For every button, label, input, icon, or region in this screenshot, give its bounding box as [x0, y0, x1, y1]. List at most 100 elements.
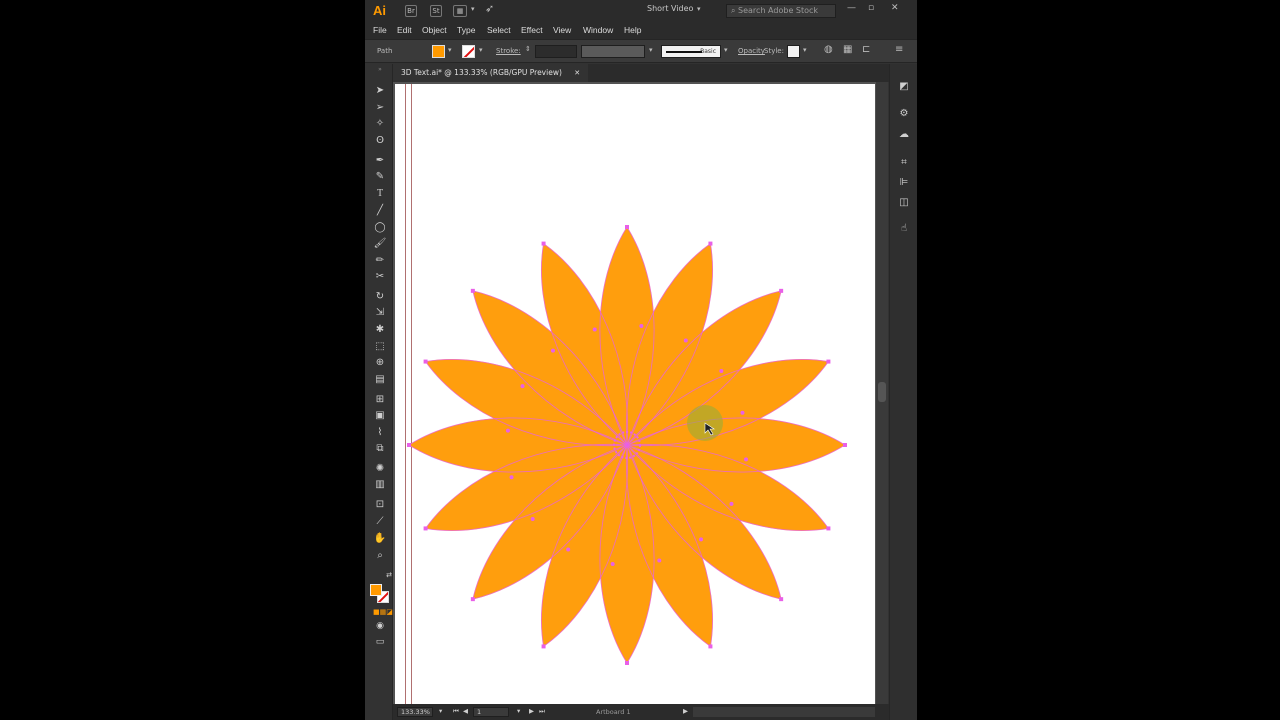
anchor-point[interactable]	[826, 359, 831, 364]
graphic-style-swatch[interactable]	[787, 45, 800, 58]
stroke-chevron-icon[interactable]: ▾	[479, 46, 483, 54]
artboard-number-field[interactable]: 1	[473, 707, 509, 717]
anchor-point[interactable]	[566, 547, 571, 552]
column-graph-tool-icon[interactable]: ▥	[373, 478, 387, 492]
anchor-point[interactable]	[625, 225, 629, 229]
anchor-point[interactable]	[843, 443, 847, 447]
last-artboard-icon[interactable]: ⏭	[539, 707, 545, 716]
anchor-point[interactable]	[699, 537, 704, 542]
anchor-point[interactable]	[541, 644, 546, 649]
anchor-point[interactable]	[729, 501, 734, 506]
puppet-warp-tool-icon[interactable]: ✱	[373, 323, 387, 337]
stroke-swatch[interactable]	[462, 45, 475, 58]
maximize-button[interactable]: ▫	[868, 3, 874, 13]
anchor-point[interactable]	[657, 558, 662, 563]
draw-mode-icon[interactable]: ◉	[373, 619, 387, 633]
mesh-tool-icon[interactable]: ⊞	[373, 393, 387, 407]
anchor-point[interactable]	[407, 443, 411, 447]
hand-tool-icon[interactable]: ✋	[373, 532, 387, 546]
bridge-icon[interactable]: Br	[405, 5, 417, 17]
stroke-variable-field[interactable]	[581, 45, 645, 58]
minimize-button[interactable]: —	[847, 3, 856, 13]
stroke-label[interactable]: Stroke:	[496, 47, 521, 55]
close-icon[interactable]: ✕	[574, 69, 580, 77]
symbol-sprayer-tool-icon[interactable]: ✺	[373, 462, 387, 476]
anchor-point[interactable]	[592, 327, 597, 332]
next-artboard-icon[interactable]: ▶	[529, 707, 534, 715]
canvas-area[interactable]	[393, 82, 888, 704]
anchor-point[interactable]	[423, 359, 428, 364]
magic-wand-tool-icon[interactable]: ✧	[373, 117, 387, 131]
artboard-tool-icon[interactable]: ⊡	[373, 498, 387, 512]
menu-select[interactable]: Select	[487, 25, 511, 35]
anchor-point[interactable]	[708, 644, 713, 649]
menu-effect[interactable]: Effect	[521, 25, 543, 35]
variable-width-profile[interactable]: Basic	[661, 45, 721, 58]
menu-file[interactable]: File	[373, 25, 387, 35]
anchor-point[interactable]	[470, 597, 475, 602]
anchor-point[interactable]	[719, 368, 724, 373]
opacity-label[interactable]: Opacity	[738, 47, 765, 55]
pathfinder-panel-icon[interactable]: ◫	[897, 196, 911, 210]
anchor-point[interactable]	[509, 475, 514, 480]
arrange-documents-icon[interactable]: ▦	[453, 5, 467, 17]
anchor-point[interactable]	[550, 348, 555, 353]
menu-object[interactable]: Object	[422, 25, 447, 35]
anchor-point[interactable]	[744, 457, 749, 462]
pen-tool-icon[interactable]: ✒	[373, 154, 387, 168]
align-icon[interactable]: ▦	[843, 44, 852, 55]
artboard[interactable]	[395, 84, 875, 704]
stock-search-input[interactable]: ⌕ Search Adobe Stock	[726, 4, 836, 18]
anchor-point[interactable]	[779, 597, 784, 602]
line-tool-icon[interactable]: ╱	[373, 204, 387, 218]
color-mode-icons[interactable]: ■▦◪	[373, 605, 393, 619]
panel-menu-icon[interactable]: ≡	[895, 44, 903, 55]
pencil-tool-icon[interactable]: ✏	[373, 254, 387, 268]
first-artboard-icon[interactable]: ⏮	[453, 707, 459, 716]
anchor-point[interactable]	[639, 323, 644, 328]
previous-artboard-icon[interactable]: ◀	[463, 707, 468, 715]
zoom-tool-icon[interactable]: ⌕	[373, 549, 387, 563]
curvature-tool-icon[interactable]: ✎	[373, 170, 387, 184]
gradient-tool-icon[interactable]: ▣	[373, 409, 387, 423]
puppet-panel-icon[interactable]: ☝	[897, 222, 911, 236]
collapse-toolbar-icon[interactable]: »	[373, 63, 387, 77]
properties-panel-icon[interactable]: ◩	[897, 80, 911, 94]
scale-tool-icon[interactable]: ⇲	[373, 306, 387, 320]
fill-color-box[interactable]	[370, 584, 382, 596]
shape-builder-tool-icon[interactable]: ⊕	[373, 356, 387, 370]
type-tool-icon[interactable]: T	[373, 187, 387, 201]
lasso-tool-icon[interactable]: ʘ	[373, 134, 387, 148]
menu-type[interactable]: Type	[457, 25, 475, 35]
align-panel-icon[interactable]: ⊫	[897, 176, 911, 190]
anchor-point[interactable]	[470, 288, 475, 293]
eyedropper-tool-icon[interactable]: ⌇	[373, 426, 387, 440]
anchor-point[interactable]	[708, 241, 713, 246]
profile-chevron-icon[interactable]: ▾	[724, 46, 728, 54]
zoom-chevron-icon[interactable]: ▾	[439, 707, 442, 715]
fill-chevron-icon[interactable]: ▾	[448, 46, 452, 54]
horizontal-scrollbar[interactable]	[693, 707, 875, 717]
transform-icon[interactable]: ⊏	[862, 44, 870, 55]
anchor-point[interactable]	[779, 288, 784, 293]
stock-icon[interactable]: St	[430, 5, 442, 17]
workspace-switcher[interactable]: Short Video	[647, 4, 693, 13]
anchor-point[interactable]	[423, 526, 428, 531]
selection-tool-icon[interactable]: ➤	[373, 84, 387, 98]
flower-artwork[interactable]	[395, 84, 875, 704]
anchor-point[interactable]	[625, 661, 629, 665]
blend-tool-icon[interactable]: ⧉	[373, 442, 387, 456]
close-window-button[interactable]: ✕	[891, 3, 899, 13]
free-transform-tool-icon[interactable]: ⬚	[373, 340, 387, 354]
recolor-artwork-icon[interactable]: ◍	[824, 44, 833, 55]
chevron-down-icon[interactable]: ▾	[471, 5, 475, 13]
anchor-point[interactable]	[683, 338, 688, 343]
transform-panel-icon[interactable]: ⌗	[897, 156, 911, 170]
menu-help[interactable]: Help	[624, 25, 641, 35]
anchor-point[interactable]	[505, 428, 510, 433]
variable-chevron-icon[interactable]: ▾	[649, 46, 653, 54]
slice-tool-icon[interactable]: ⟋	[373, 515, 387, 529]
stroke-weight-field[interactable]	[535, 45, 577, 58]
menu-edit[interactable]: Edit	[397, 25, 412, 35]
creative-cloud-icon[interactable]: ☁	[897, 128, 911, 142]
